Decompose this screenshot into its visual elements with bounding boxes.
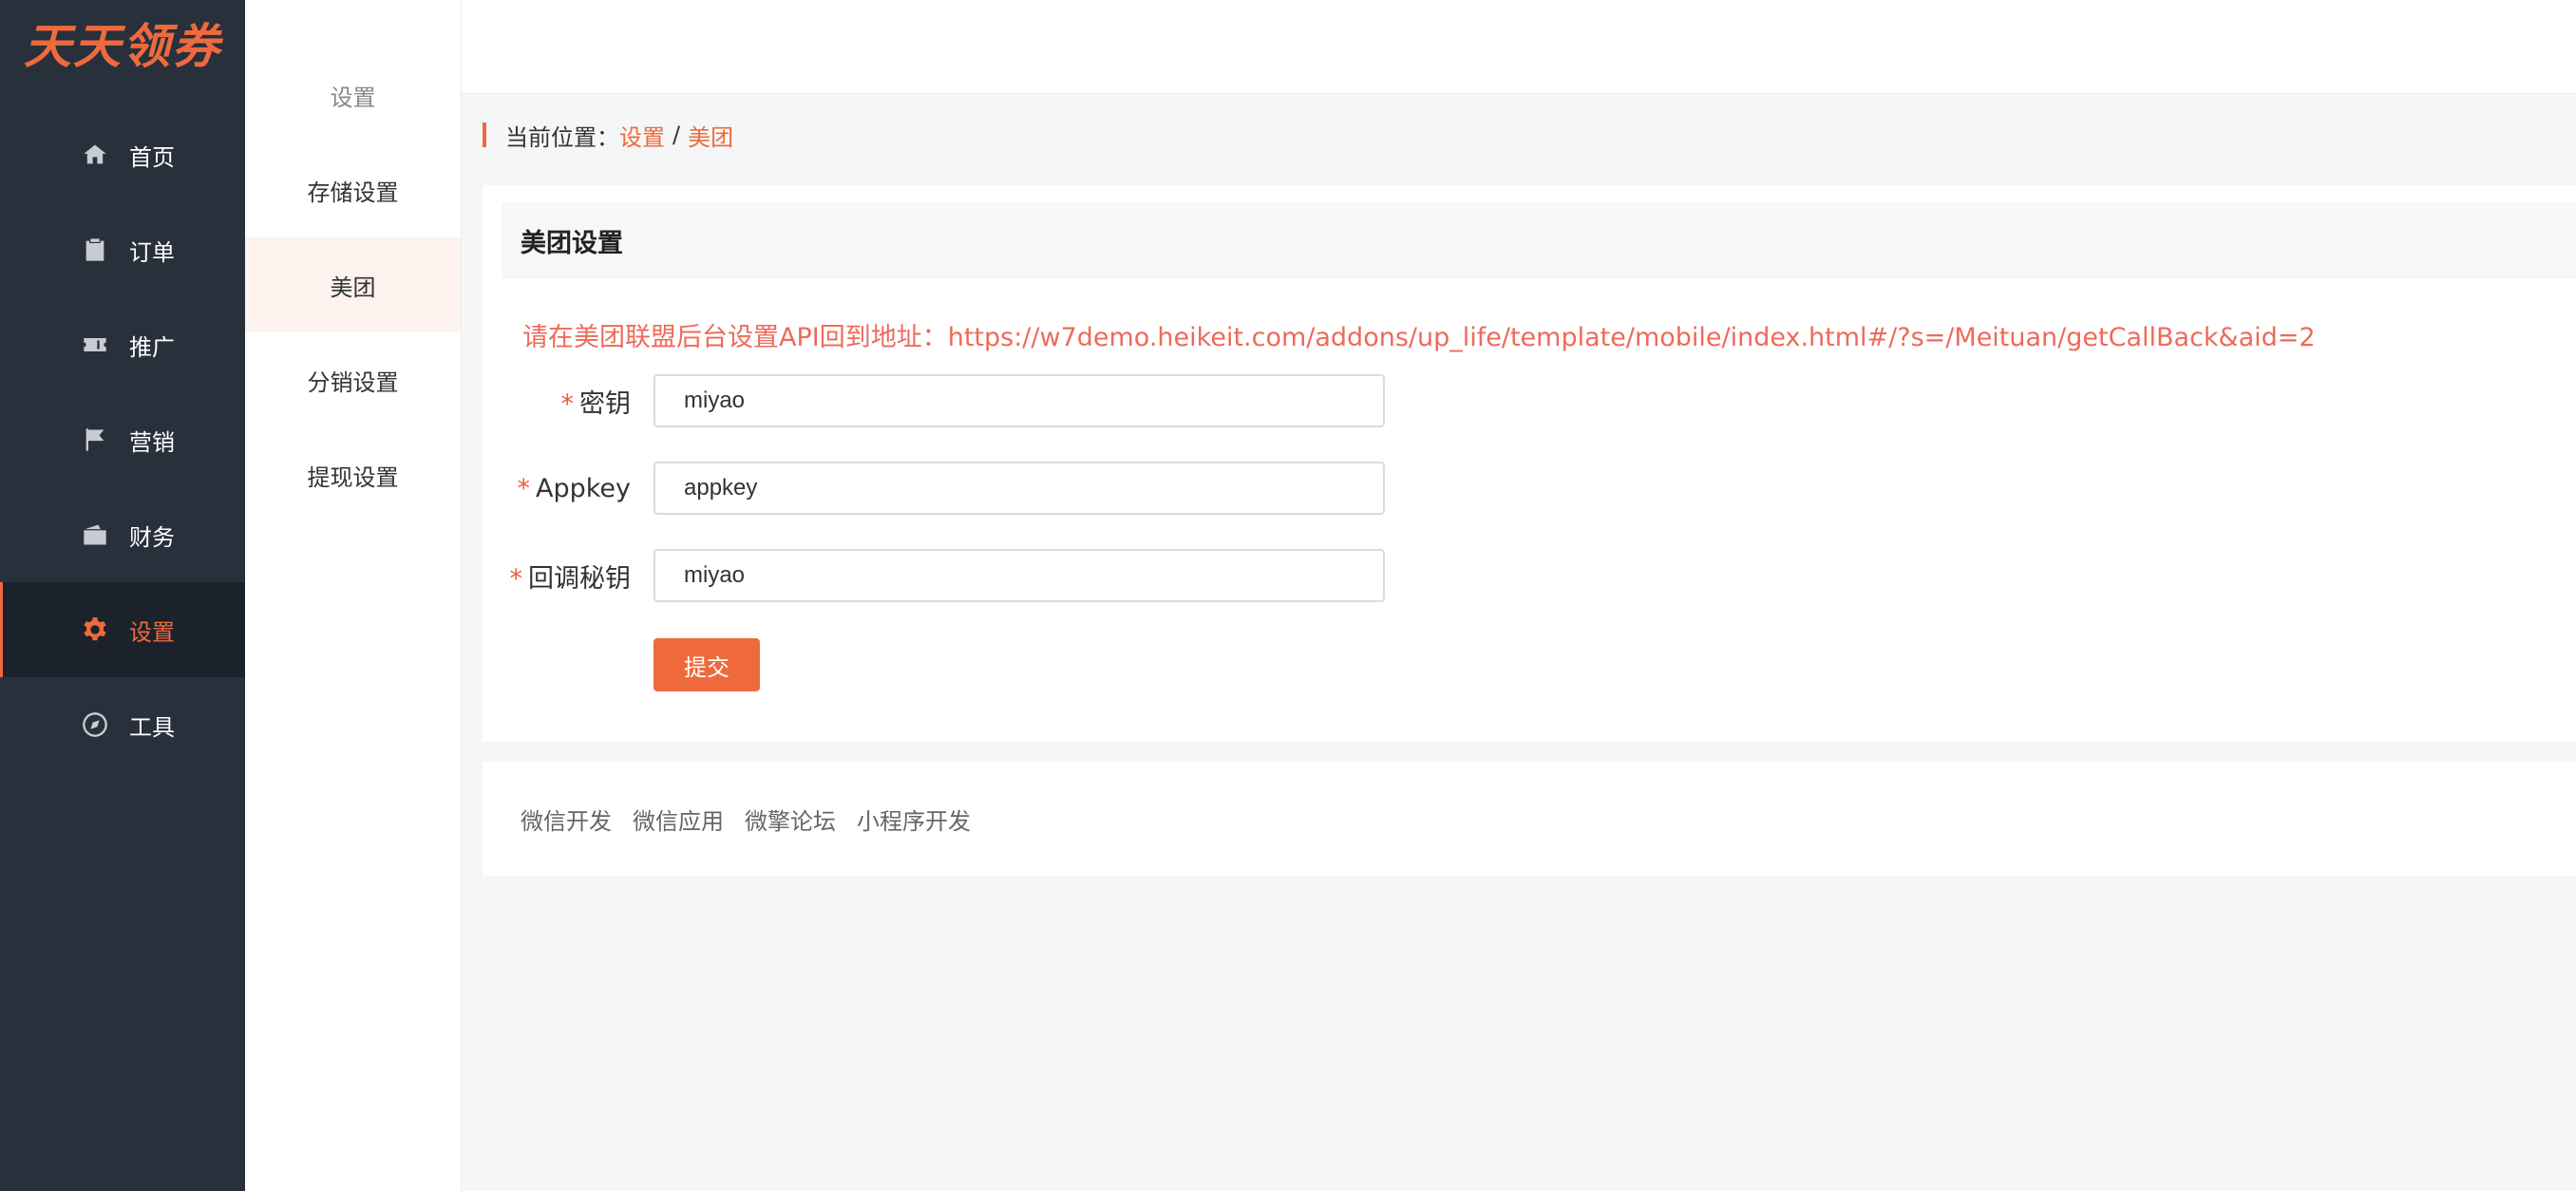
gear-icon bbox=[80, 614, 110, 645]
sidebar-item-label: 推广 bbox=[129, 333, 175, 361]
meituan-settings-card: 美团设置 请在美团联盟后台设置API回到地址：https://w7demo.he… bbox=[483, 185, 2576, 742]
submenu-title: 设置 bbox=[330, 84, 376, 111]
sidebar-item-label: 订单 bbox=[129, 238, 175, 266]
footer-link-wechat-dev[interactable]: 微信开发 bbox=[521, 803, 612, 836]
breadcrumb-prefix: 当前位置： bbox=[505, 123, 619, 151]
home-icon bbox=[80, 140, 110, 170]
sidebar-item-label: 工具 bbox=[129, 713, 175, 741]
top-header bbox=[245, 0, 2576, 94]
secret-label-text: 密钥 bbox=[579, 388, 631, 419]
appkey-label-text: Appkey bbox=[535, 473, 631, 503]
main-sidebar: 天天领券 首页 订单 推广 营销 财务 设置 工具 bbox=[0, 0, 245, 1191]
callback-notice: 请在美团联盟后台设置API回到地址：https://w7demo.heikeit… bbox=[522, 323, 2316, 352]
sidebar-item-marketing[interactable]: 营销 bbox=[0, 392, 245, 487]
settings-submenu: 设置 存储设置 美团 分销设置 提现设置 bbox=[245, 0, 462, 1191]
breadcrumb-separator: / bbox=[672, 122, 681, 148]
submenu-item-meituan[interactable]: 美团 bbox=[245, 237, 461, 332]
footer-links: 微信开发 微信应用 微擎论坛 小程序开发 bbox=[483, 762, 2576, 876]
sidebar-item-label: 财务 bbox=[129, 523, 175, 551]
sidebar-item-home[interactable]: 首页 bbox=[0, 107, 245, 202]
required-mark: * bbox=[517, 473, 530, 503]
secret-input[interactable] bbox=[653, 374, 1385, 427]
compass-icon bbox=[80, 709, 110, 740]
footer-link-wechat-apps[interactable]: 微信应用 bbox=[633, 803, 724, 836]
main-nav: 首页 订单 推广 营销 财务 设置 工具 bbox=[0, 107, 245, 772]
callback-secret-input[interactable] bbox=[653, 549, 1385, 602]
flag-icon bbox=[80, 425, 110, 455]
sidebar-item-promotion[interactable]: 推广 bbox=[0, 297, 245, 392]
breadcrumb: 当前位置： 设置 / 美团 bbox=[483, 122, 733, 151]
callback-secret-label: * 回调秘钥 bbox=[483, 558, 632, 595]
clipboard-icon bbox=[80, 235, 110, 265]
sidebar-item-label: 首页 bbox=[129, 143, 175, 171]
appkey-label: * Appkey bbox=[483, 474, 631, 503]
footer-link-miniprogram-dev[interactable]: 小程序开发 bbox=[857, 803, 971, 836]
form-row-callback-secret: * 回调秘钥 bbox=[483, 549, 1527, 602]
appkey-input[interactable] bbox=[653, 462, 1385, 515]
sidebar-item-tools[interactable]: 工具 bbox=[0, 677, 245, 772]
required-mark: * bbox=[560, 388, 575, 419]
brand-logo[interactable]: 天天领券 bbox=[0, 0, 245, 85]
ticket-icon bbox=[80, 330, 110, 360]
main-content: 当前位置： 设置 / 美团 美团设置 请在美团联盟后台设置API回到地址：htt… bbox=[462, 94, 2576, 1191]
callback-secret-label-text: 回调秘钥 bbox=[528, 563, 631, 594]
required-mark: * bbox=[509, 563, 523, 594]
card-title: 美团设置 bbox=[502, 202, 2576, 278]
wallet-icon bbox=[80, 520, 110, 550]
sidebar-item-label: 营销 bbox=[129, 428, 175, 456]
submenu-item-distribution[interactable]: 分销设置 bbox=[245, 332, 461, 427]
submenu-item-withdraw[interactable]: 提现设置 bbox=[245, 427, 461, 522]
sidebar-item-label: 设置 bbox=[129, 618, 175, 646]
sidebar-item-settings[interactable]: 设置 bbox=[0, 582, 245, 677]
secret-label: * 密钥 bbox=[483, 383, 632, 420]
sidebar-item-orders[interactable]: 订单 bbox=[0, 202, 245, 297]
footer-link-forum[interactable]: 微擎论坛 bbox=[745, 803, 836, 836]
breadcrumb-link-settings[interactable]: 设置 bbox=[619, 119, 665, 152]
breadcrumb-link-meituan[interactable]: 美团 bbox=[688, 119, 733, 152]
sidebar-item-finance[interactable]: 财务 bbox=[0, 487, 245, 582]
submit-button[interactable]: 提交 bbox=[653, 638, 760, 691]
form-row-secret: * 密钥 bbox=[483, 374, 1527, 427]
form-row-appkey: * Appkey bbox=[483, 462, 1527, 515]
submenu-item-storage[interactable]: 存储设置 bbox=[245, 142, 461, 237]
app-root: 天天领券 首页 订单 推广 营销 财务 设置 工具 设置 存储设置 美团 分销设… bbox=[0, 0, 2576, 1191]
